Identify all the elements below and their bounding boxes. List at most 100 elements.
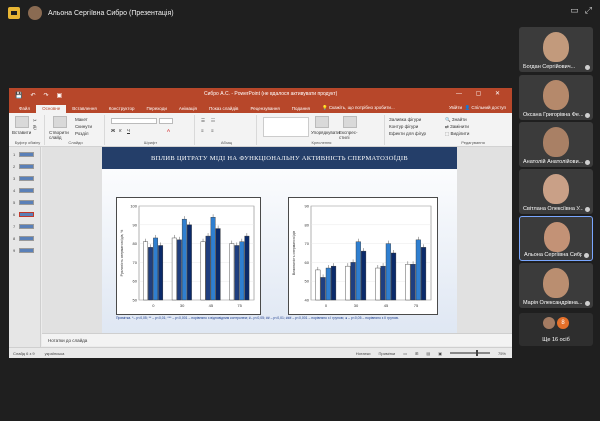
more-participants[interactable]: 8 Ще 16 осіб bbox=[519, 313, 593, 346]
x-tick-label: 75 bbox=[237, 303, 242, 308]
fullscreen-icon[interactable]: ⤢ bbox=[585, 5, 592, 16]
center-icon[interactable]: ≡ bbox=[211, 128, 214, 133]
slide-thumbnail[interactable]: 2 bbox=[13, 163, 37, 169]
zoom-level[interactable]: 75% bbox=[498, 351, 506, 356]
y-tick-label: 40 bbox=[305, 298, 310, 303]
tab-slideshow[interactable]: Показ слайдів bbox=[203, 106, 244, 113]
slide-thumbnail[interactable]: 8 bbox=[13, 235, 37, 241]
section-button[interactable]: Розділ bbox=[75, 131, 88, 136]
quick-styles-button[interactable]: Експрес-стилі bbox=[339, 130, 361, 140]
bar bbox=[158, 245, 164, 301]
bar bbox=[315, 269, 321, 301]
bar bbox=[210, 217, 216, 301]
undo-icon[interactable]: ↶ bbox=[30, 92, 35, 99]
x-tick-label: 30 bbox=[354, 303, 359, 308]
tab-home[interactable]: Основне bbox=[36, 105, 67, 113]
numbering-icon[interactable]: ☷ bbox=[211, 118, 215, 124]
thumbnail-preview bbox=[19, 151, 34, 157]
comments-toggle[interactable]: Примітки bbox=[378, 351, 395, 356]
align-icon[interactable]: ≡ bbox=[201, 128, 204, 133]
shapes-gallery[interactable] bbox=[263, 117, 309, 137]
participant-tile[interactable]: Оксана Григорівна Фе... bbox=[519, 75, 593, 120]
chart-motility-svg: 50 60 70 80 90 100 Рухливість сперматозоїдів, … bbox=[120, 204, 255, 308]
shape-fill-button[interactable]: Заливка фігури bbox=[389, 117, 421, 122]
font-name-select[interactable] bbox=[111, 118, 157, 124]
normal-view-icon[interactable]: ▭ bbox=[403, 351, 407, 356]
italic-icon[interactable]: К bbox=[119, 128, 122, 133]
y-tick-label: 80 bbox=[305, 222, 310, 227]
sign-in-link[interactable]: Увійти bbox=[449, 105, 462, 110]
find-button[interactable]: 🔍 Знайти bbox=[445, 117, 467, 123]
font-size-select[interactable] bbox=[159, 118, 173, 124]
underline-icon[interactable]: Ч bbox=[127, 128, 130, 133]
cut-icon[interactable]: ✂ bbox=[33, 118, 37, 124]
new-slide-icon[interactable] bbox=[53, 116, 67, 128]
start-show-icon[interactable]: ▣ bbox=[57, 92, 63, 99]
slide-thumbnail[interactable]: 9 bbox=[13, 247, 37, 253]
shape-effects-button[interactable]: Ефекти для фігур bbox=[389, 131, 426, 136]
select-button[interactable]: ⬚ Виділити bbox=[445, 131, 469, 137]
participant-tile[interactable]: Світлана Олексіївна У... bbox=[519, 169, 593, 214]
minimize-presentation-icon[interactable]: ▭ bbox=[570, 5, 579, 16]
reading-view-icon[interactable]: ▤ bbox=[426, 351, 430, 356]
current-slide[interactable]: ВПЛИВ ЦИТРАТУ МІДІ НА ФУНКЦІОНАЛЬНУ АКТИ… bbox=[102, 147, 457, 333]
participant-tile[interactable]: Альона Сергіївна Сибро bbox=[519, 216, 593, 261]
paste-button[interactable]: Вставити bbox=[12, 130, 31, 135]
quick-styles-icon[interactable] bbox=[343, 116, 357, 128]
bar bbox=[215, 228, 221, 301]
tell-me-input[interactable]: 💡 Скажіть, що потрібно зробити... bbox=[322, 105, 395, 113]
slide-thumbnail[interactable]: 6 bbox=[13, 211, 37, 217]
slide-thumbnail[interactable]: 4 bbox=[13, 187, 37, 193]
thumbnail-preview bbox=[19, 235, 34, 241]
presenter-avatar bbox=[28, 6, 42, 20]
bullets-icon[interactable]: ☰ bbox=[201, 118, 205, 124]
shape-outline-button[interactable]: Контур фігури bbox=[389, 124, 418, 129]
copy-icon[interactable]: ⎘ bbox=[33, 125, 37, 130]
slide-thumbnail[interactable]: 3 bbox=[13, 175, 37, 181]
font-color-icon[interactable]: A bbox=[167, 128, 170, 133]
arrange-icon[interactable] bbox=[315, 116, 329, 128]
participant-tile[interactable]: Анатолій Анатолійови... bbox=[519, 122, 593, 167]
participant-video bbox=[544, 222, 570, 252]
slide-thumbnail[interactable]: 1 bbox=[13, 151, 37, 157]
share-button[interactable]: Спільний доступ bbox=[471, 105, 506, 110]
thumbnail-preview bbox=[19, 175, 34, 181]
participant-video bbox=[543, 80, 569, 110]
slideshow-view-icon[interactable]: ▣ bbox=[438, 351, 442, 356]
reset-button[interactable]: Скинути bbox=[75, 124, 92, 129]
account-share[interactable]: Увійти 👤 Спільний доступ bbox=[449, 105, 512, 113]
layout-button[interactable]: Макет bbox=[75, 117, 88, 122]
tab-animations[interactable]: Анімація bbox=[173, 106, 203, 113]
replace-button[interactable]: ⇄ Замінити bbox=[445, 124, 469, 130]
participant-tile[interactable]: Богдан Сергійович... bbox=[519, 27, 593, 72]
tab-file[interactable]: Файл bbox=[13, 106, 36, 113]
x-tick-label: 45 bbox=[209, 303, 214, 308]
tab-transitions[interactable]: Переходи bbox=[140, 106, 172, 113]
participant-tile[interactable]: Марія Олександрівна... bbox=[519, 263, 593, 308]
participant-name: Альона Сергіївна Сибро bbox=[524, 252, 582, 258]
presenter-label: Альона Сергіївна Сибро (Презентація) bbox=[48, 9, 174, 17]
notes-pane[interactable]: Нотатки до слайда bbox=[42, 333, 512, 346]
mic-icon bbox=[584, 253, 589, 258]
language-indicator[interactable]: українська bbox=[45, 351, 65, 356]
x-tick-label: 0 bbox=[152, 303, 155, 308]
slide-thumbnail[interactable]: 7 bbox=[13, 223, 37, 229]
arrange-button[interactable]: Упорядкувати bbox=[311, 130, 340, 135]
bold-icon[interactable]: Ж bbox=[111, 128, 115, 133]
tab-design[interactable]: Конструктор bbox=[103, 106, 141, 113]
paste-icon[interactable] bbox=[15, 116, 29, 128]
participant-avatar bbox=[543, 317, 555, 329]
zoom-slider[interactable] bbox=[449, 350, 490, 356]
thumbnail-preview bbox=[19, 187, 34, 193]
tab-insert[interactable]: Вставлення bbox=[66, 106, 103, 113]
tab-view[interactable]: Подання bbox=[286, 106, 316, 113]
tab-review[interactable]: Рецензування bbox=[244, 106, 285, 113]
slide-thumbnail[interactable]: 5 bbox=[13, 199, 37, 205]
y-tick-label: 90 bbox=[305, 204, 310, 209]
notes-toggle[interactable]: Нотатки bbox=[356, 351, 371, 356]
sorter-view-icon[interactable]: ⊞ bbox=[415, 351, 418, 356]
redo-icon[interactable]: ↷ bbox=[44, 92, 49, 99]
save-icon[interactable]: 💾 bbox=[15, 92, 22, 99]
window-controls[interactable]: — ▢ ✕ bbox=[456, 90, 506, 97]
new-slide-button[interactable]: Створити слайд bbox=[49, 130, 71, 140]
